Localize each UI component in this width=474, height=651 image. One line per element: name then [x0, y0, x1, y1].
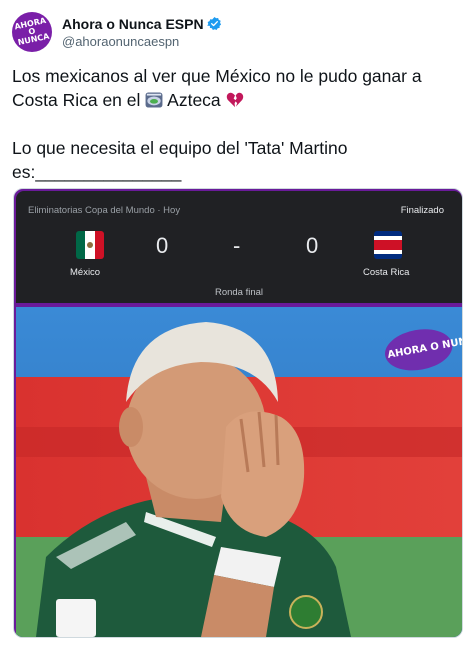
home-score: 0 [156, 233, 169, 258]
mexico-flag-icon [76, 231, 104, 259]
name-row: Ahora o Nunca ESPN [62, 16, 222, 32]
tweet-media[interactable]: Eliminatorias Copa del Mundo · Hoy Final… [13, 188, 463, 638]
tweet-line-2a: Costa Rica en el [12, 90, 146, 110]
player-photo: AHORA O NUNCA [16, 307, 462, 637]
away-score: 0 [306, 233, 319, 258]
avatar-logo-text: AHORA O NUNCA [13, 15, 51, 48]
avatar[interactable]: AHORA O NUNCA [12, 12, 52, 52]
match-round: Ronda final [214, 287, 264, 298]
home-team-name: México [70, 267, 101, 278]
tweet-line-4: es:_______________ [12, 162, 182, 182]
verified-badge-icon [206, 16, 221, 30]
away-team-name: Costa Rica [363, 267, 410, 278]
display-name[interactable]: Ahora o Nunca ESPN [62, 16, 204, 32]
score-separator: - [233, 233, 241, 258]
tweet-text: Los mexicanos al ver que México no le pu… [12, 64, 464, 184]
broken-heart-icon [226, 92, 243, 108]
account-names: Ahora o Nunca ESPN @ahoraonuncaespn [62, 16, 222, 49]
costa-rica-flag-icon [374, 231, 402, 259]
tweet-line-2b: Azteca [163, 90, 226, 110]
tweet-line-1: Los mexicanos al ver que México no le pu… [12, 66, 422, 86]
stadium-icon [145, 92, 163, 108]
match-status: Finalizado [400, 205, 444, 216]
tweet-line-3: Lo que necesita el equipo del 'Tata' Mar… [12, 138, 348, 158]
tweet-header: AHORA O NUNCA Ahora o Nunca ESPN @ahorao… [12, 10, 462, 54]
account-handle[interactable]: @ahoraonuncaespn [62, 34, 222, 49]
match-meta: Eliminatorias Copa del Mundo · Hoy [28, 205, 181, 216]
match-scoreboard: Eliminatorias Copa del Mundo · Hoy Final… [16, 191, 462, 303]
player-crying-image: AHORA O NUNCA [16, 307, 462, 637]
